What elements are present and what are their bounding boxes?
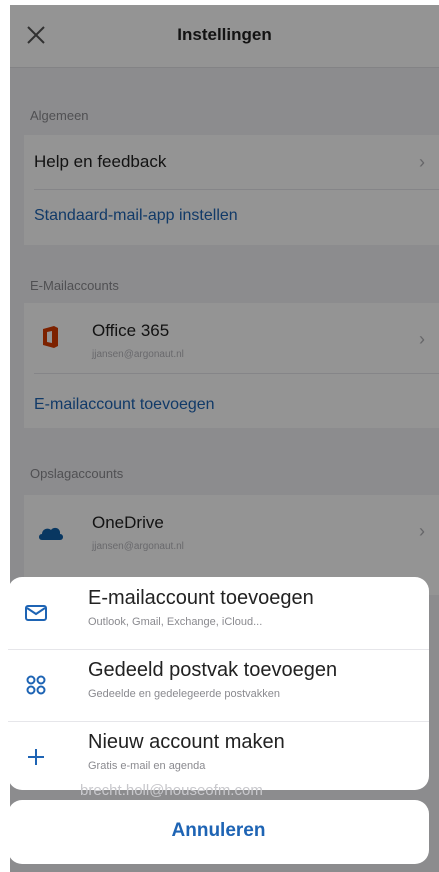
option-title: E-mailaccount toevoegen (88, 587, 314, 609)
divider (8, 649, 429, 650)
plus-icon (28, 749, 44, 765)
option-subtitle: Outlook, Gmail, Exchange, iCloud... (88, 616, 263, 628)
cancel-button[interactable]: Annuleren (8, 800, 429, 864)
option-subtitle: Gratis e-mail en agenda (88, 760, 206, 772)
option-title: Nieuw account maken (88, 731, 285, 753)
option-create-new-account[interactable]: Nieuw account maken Gratis e-mail en age… (8, 723, 429, 789)
shared-people-icon (26, 675, 46, 695)
cancel-label: Annuleren (171, 820, 266, 841)
background-account-text: brecht.holl@houseofm.com (80, 782, 263, 799)
option-title: Gedeeld postvak toevoegen (88, 659, 338, 681)
option-subtitle: Gedeelde en gedelegeerde postvakken (88, 688, 281, 700)
option-add-mail-account[interactable]: E-mailaccount toevoegen Outlook, Gmail, … (8, 579, 429, 645)
option-add-shared-mailbox[interactable]: Gedeeld postvak toevoegen Gedeelde en ge… (8, 651, 429, 717)
divider (8, 721, 429, 722)
add-account-action-sheet: E-mailaccount toevoegen Outlook, Gmail, … (8, 577, 429, 790)
envelope-icon (25, 605, 47, 621)
